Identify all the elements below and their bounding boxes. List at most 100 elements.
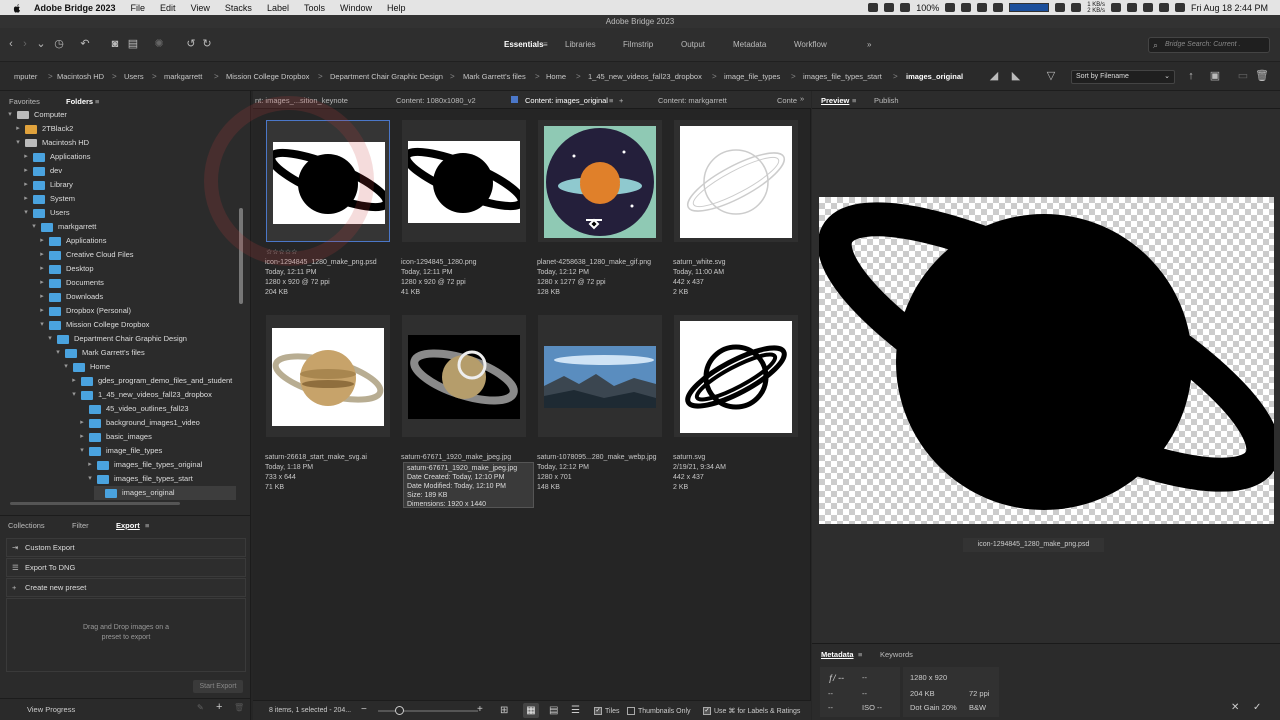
- custom-export-row[interactable]: ⇥ Custom Export: [6, 538, 246, 557]
- tree-item[interactable]: ▾ images_file_types_start: [86, 472, 193, 486]
- chevron-down-icon[interactable]: ▾: [54, 346, 62, 360]
- tab-content-keynote[interactable]: nt: images_...sition_keynote: [255, 96, 348, 105]
- thumbnail-cell[interactable]: [538, 315, 662, 437]
- eye-icon[interactable]: [900, 3, 911, 12]
- zoom-out-icon[interactable]: −: [361, 704, 367, 715]
- use-cmd-checkbox[interactable]: ✓ Use ⌘ for Labels & Ratings: [703, 707, 800, 716]
- tab-preview[interactable]: Preview: [821, 96, 849, 105]
- file-name[interactable]: saturn-1078095...280_make_webp.jpg: [537, 453, 656, 463]
- chevron-down-icon[interactable]: ▾: [22, 206, 30, 220]
- thumbnail-cell[interactable]: [402, 315, 526, 437]
- tab-menu-icon[interactable]: ≡: [609, 96, 613, 105]
- breadcrumb-item[interactable]: Macintosh HD: [57, 72, 104, 81]
- menu-tools[interactable]: Tools: [304, 3, 325, 13]
- chevron-down-icon[interactable]: ▾: [14, 136, 22, 150]
- chevron-down-icon[interactable]: ▾: [6, 108, 14, 122]
- open-in-camera-raw-icon[interactable]: ✺: [152, 37, 166, 51]
- thumbnail-cell[interactable]: [538, 120, 662, 242]
- tab-content-more[interactable]: Conte: [777, 96, 797, 105]
- breadcrumb-item[interactable]: Users: [124, 72, 144, 81]
- tab-keywords[interactable]: Keywords: [880, 650, 913, 659]
- file-name[interactable]: saturn_white.svg: [673, 258, 726, 268]
- view-progress-link[interactable]: View Progress: [27, 705, 75, 714]
- siri-icon[interactable]: [1174, 3, 1185, 12]
- file-name[interactable]: planet-4258638_1280_make_gif.png: [537, 258, 651, 268]
- filter-icon[interactable]: ▽: [1044, 69, 1058, 83]
- breadcrumb-item[interactable]: image_file_types: [724, 72, 780, 81]
- tree-item[interactable]: ▾ Department Chair Graphic Design: [46, 332, 187, 346]
- thumbnail-image[interactable]: [544, 126, 656, 238]
- chevron-right-icon[interactable]: ▸: [38, 276, 46, 290]
- menu-view[interactable]: View: [191, 3, 210, 13]
- tab-content-markgarrett[interactable]: Content: markgarrett: [658, 96, 727, 105]
- chevron-right-icon[interactable]: ▸: [86, 458, 94, 472]
- quality-icon[interactable]: ◢: [987, 69, 1001, 83]
- add-tab-icon[interactable]: +: [619, 96, 623, 105]
- panel-menu-icon[interactable]: ≡: [852, 96, 856, 105]
- tree-item[interactable]: ▸ background_images1_video: [78, 416, 200, 430]
- tree-item[interactable]: ▾ Macintosh HD: [14, 136, 89, 150]
- file-name[interactable]: saturn.svg: [673, 453, 726, 463]
- tree-item[interactable]: ▾ Mark Garrett's files: [54, 346, 145, 360]
- chevron-right-icon[interactable]: ▸: [38, 262, 46, 276]
- workspace-workflow[interactable]: Workflow: [794, 40, 827, 49]
- tab-folders[interactable]: Folders: [66, 97, 93, 106]
- edit-icon[interactable]: ✎: [197, 703, 204, 712]
- screen-icon[interactable]: [884, 3, 895, 12]
- play-icon[interactable]: [1110, 3, 1121, 12]
- chevron-right-icon[interactable]: ▸: [70, 374, 78, 388]
- tree-item[interactable]: ▸ Documents: [38, 276, 104, 290]
- sort-ascending-icon[interactable]: ↑: [1184, 69, 1198, 83]
- control-center-icon[interactable]: [1158, 3, 1169, 12]
- new-folder-icon[interactable]: ▭: [1236, 69, 1250, 83]
- tree-item[interactable]: ▸ Library: [22, 178, 73, 192]
- cloud-icon[interactable]: [1071, 3, 1082, 12]
- breadcrumb-item[interactable]: Mark Garrett's files: [463, 72, 526, 81]
- thumbnail-cell[interactable]: [674, 315, 798, 437]
- chevron-right-icon[interactable]: ▸: [38, 290, 46, 304]
- export-drop-zone[interactable]: Drag and Drop images on a preset to expo…: [6, 598, 246, 672]
- dropbox-icon[interactable]: [977, 3, 988, 12]
- thumbnail-view-icon[interactable]: ▦: [523, 703, 539, 718]
- details-view-icon[interactable]: ▤: [549, 705, 558, 716]
- grid-lock-icon[interactable]: ⊞: [500, 705, 508, 716]
- tree-item[interactable]: ▸ System: [22, 192, 75, 206]
- breadcrumb-item[interactable]: Department Chair Graphic Design: [330, 72, 443, 81]
- chevron-down-icon[interactable]: ▾: [62, 360, 70, 374]
- chevron-right-icon[interactable]: ▸: [22, 192, 30, 206]
- thumbnail-image[interactable]: [408, 321, 520, 433]
- tree-item[interactable]: ▸ Applications: [38, 234, 106, 248]
- apple-icon[interactable]: [12, 3, 22, 13]
- camera-import-icon[interactable]: ◙: [108, 37, 122, 51]
- forward-icon[interactable]: ›: [18, 37, 32, 51]
- workspace-output[interactable]: Output: [681, 40, 705, 49]
- chevron-down-icon[interactable]: ▾: [46, 332, 54, 346]
- apply-icon[interactable]: ✓: [1253, 702, 1261, 713]
- search-icon[interactable]: [1142, 3, 1153, 12]
- thumbnail-image[interactable]: [680, 321, 792, 433]
- chevron-right-icon[interactable]: ▸: [22, 150, 30, 164]
- chevron-down-icon[interactable]: ⌄: [34, 37, 48, 51]
- workspace-essentials[interactable]: Essentials: [504, 40, 544, 49]
- menu-window[interactable]: Window: [340, 3, 372, 13]
- tree-item[interactable]: ▸ Downloads: [38, 290, 103, 304]
- menu-file[interactable]: File: [131, 3, 146, 13]
- breadcrumb-item[interactable]: mputer: [14, 72, 37, 81]
- breadcrumb-item[interactable]: images_file_types_start: [803, 72, 882, 81]
- file-name[interactable]: icon-1294845_1280.png: [401, 258, 477, 268]
- tree-item[interactable]: ▾ image_file_types: [78, 444, 162, 458]
- tree-item[interactable]: ▸ 2TBlack2: [14, 122, 73, 136]
- chevron-right-icon[interactable]: ▸: [22, 164, 30, 178]
- checkbox-checked[interactable]: ✓: [703, 707, 711, 716]
- tree-item[interactable]: ▸ Dropbox (Personal): [38, 304, 131, 318]
- scrollbar[interactable]: [239, 208, 243, 304]
- thumbnail-image[interactable]: [544, 321, 656, 433]
- chevron-right-icon[interactable]: ▸: [14, 122, 22, 136]
- start-export-button[interactable]: Start Export: [193, 680, 243, 693]
- rating-filter-icon[interactable]: ◣: [1009, 69, 1023, 83]
- slider-handle[interactable]: [395, 706, 404, 715]
- file-name[interactable]: icon-1294845_1280_make_png.psd: [265, 258, 377, 268]
- tab-content-images-original[interactable]: Content: images_original: [525, 96, 608, 105]
- trash-icon[interactable]: 🗑: [1255, 69, 1269, 83]
- file-name[interactable]: saturn-26618_start_make_svg.ai: [265, 453, 367, 463]
